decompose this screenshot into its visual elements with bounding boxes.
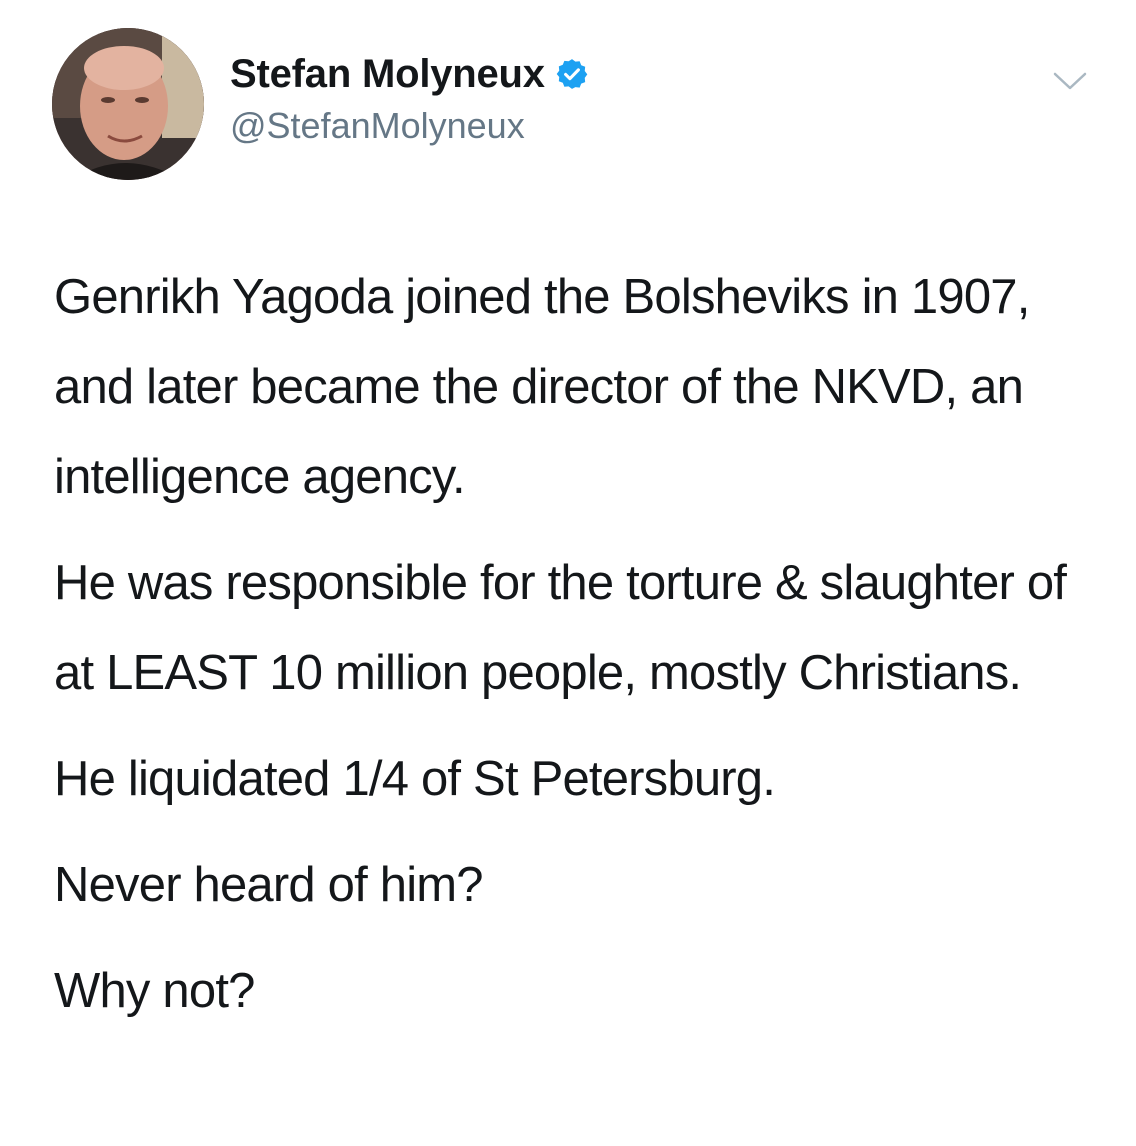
tweet-paragraph: Never heard of him? bbox=[54, 858, 484, 912]
tweet-paragraph: Genrikh Yagoda joined the Bolsheviks in … bbox=[54, 270, 1030, 504]
tweet-card: Stefan Molyneux @StefanMolyneux Genrikh … bbox=[0, 0, 1136, 1146]
author-avatar[interactable] bbox=[52, 28, 204, 180]
tweet-paragraph: He was responsible for the torture & sla… bbox=[54, 556, 1067, 700]
author-display-name[interactable]: Stefan Molyneux bbox=[230, 50, 545, 98]
tweet-text: Genrikh Yagoda joined the Bolsheviks in … bbox=[54, 252, 1104, 1052]
chevron-down-icon[interactable] bbox=[1052, 70, 1088, 92]
tweet-paragraph: He liquidated 1/4 of St Petersburg. bbox=[54, 752, 776, 806]
tweet-paragraph: Why not? bbox=[54, 964, 255, 1018]
author-header: Stefan Molyneux @StefanMolyneux bbox=[230, 50, 589, 148]
author-handle[interactable]: @StefanMolyneux bbox=[230, 104, 589, 148]
author-name-row: Stefan Molyneux bbox=[230, 50, 589, 98]
avatar-photo bbox=[52, 28, 204, 180]
verified-badge-icon bbox=[556, 59, 588, 89]
